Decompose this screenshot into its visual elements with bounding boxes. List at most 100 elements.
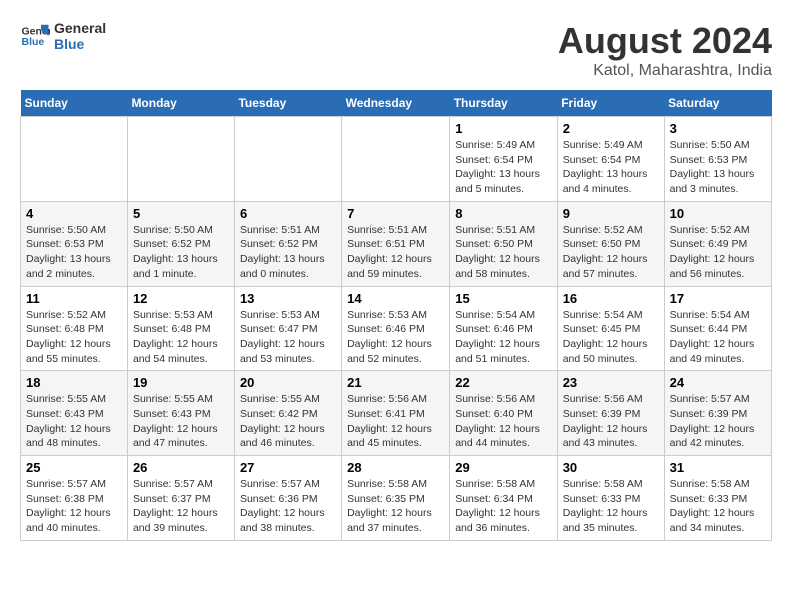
day-number: 8 — [455, 206, 551, 221]
page-title: August 2024 — [558, 20, 772, 62]
day-info: Sunrise: 5:57 AMSunset: 6:39 PMDaylight:… — [670, 392, 766, 451]
day-info: Sunrise: 5:57 AMSunset: 6:37 PMDaylight:… — [133, 477, 229, 536]
calendar-cell: 28 Sunrise: 5:58 AMSunset: 6:35 PMDayligh… — [342, 456, 450, 541]
calendar-cell: 27 Sunrise: 5:57 AMSunset: 6:36 PMDayligh… — [234, 456, 341, 541]
weekday-header-saturday: Saturday — [664, 90, 771, 117]
day-info: Sunrise: 5:56 AMSunset: 6:40 PMDaylight:… — [455, 392, 551, 451]
calendar-cell: 21 Sunrise: 5:56 AMSunset: 6:41 PMDayligh… — [342, 371, 450, 456]
calendar-week-2: 4 Sunrise: 5:50 AMSunset: 6:53 PMDaylight… — [21, 201, 772, 286]
calendar-cell — [127, 117, 234, 202]
day-info: Sunrise: 5:56 AMSunset: 6:39 PMDaylight:… — [563, 392, 659, 451]
calendar-cell: 6Sunrise: 5:51 AMSunset: 6:52 PMDaylight… — [234, 201, 341, 286]
day-number: 15 — [455, 291, 551, 306]
day-number: 3 — [670, 121, 766, 136]
day-info: Sunrise: 5:57 AMSunset: 6:38 PMDaylight:… — [26, 477, 122, 536]
day-number: 25 — [26, 460, 122, 475]
day-number: 2 — [563, 121, 659, 136]
day-info: Sunrise: 5:58 AMSunset: 6:34 PMDaylight:… — [455, 477, 551, 536]
logo-icon: General Blue — [20, 21, 50, 51]
day-info: Sunrise: 5:51 AMSunset: 6:52 PMDaylight:… — [240, 223, 336, 282]
calendar-cell: 16Sunrise: 5:54 AMSunset: 6:45 PMDayligh… — [557, 286, 664, 371]
calendar-cell: 2 Sunrise: 5:49 AMSunset: 6:54 PMDaylight… — [557, 117, 664, 202]
title-area: August 2024 Katol, Maharashtra, India — [558, 20, 772, 80]
calendar-cell: 25 Sunrise: 5:57 AMSunset: 6:38 PMDayligh… — [21, 456, 128, 541]
day-number: 1 — [455, 121, 551, 136]
calendar-table: SundayMondayTuesdayWednesdayThursdayFrid… — [20, 90, 772, 541]
calendar-cell: 12 Sunrise: 5:53 AMSunset: 6:48 PMDayligh… — [127, 286, 234, 371]
day-info: Sunrise: 5:57 AMSunset: 6:36 PMDaylight:… — [240, 477, 336, 536]
day-number: 13 — [240, 291, 336, 306]
day-number: 9 — [563, 206, 659, 221]
day-number: 16 — [563, 291, 659, 306]
calendar-cell: 22 Sunrise: 5:56 AMSunset: 6:40 PMDayligh… — [450, 371, 557, 456]
day-info: Sunrise: 5:50 AMSunset: 6:52 PMDaylight:… — [133, 223, 229, 282]
calendar-cell: 9Sunrise: 5:52 AMSunset: 6:50 PMDaylight… — [557, 201, 664, 286]
calendar-cell: 29 Sunrise: 5:58 AMSunset: 6:34 PMDayligh… — [450, 456, 557, 541]
calendar-cell: 24 Sunrise: 5:57 AMSunset: 6:39 PMDayligh… — [664, 371, 771, 456]
calendar-week-1: 1 Sunrise: 5:49 AMSunset: 6:54 PMDaylight… — [21, 117, 772, 202]
day-info: Sunrise: 5:56 AMSunset: 6:41 PMDaylight:… — [347, 392, 444, 451]
calendar-cell: 15Sunrise: 5:54 AMSunset: 6:46 PMDayligh… — [450, 286, 557, 371]
page-header: General Blue General Blue August 2024 Ka… — [20, 20, 772, 80]
day-info: Sunrise: 5:55 AMSunset: 6:43 PMDaylight:… — [26, 392, 122, 451]
day-info: Sunrise: 5:58 AMSunset: 6:33 PMDaylight:… — [563, 477, 659, 536]
day-number: 12 — [133, 291, 229, 306]
day-info: Sunrise: 5:51 AMSunset: 6:50 PMDaylight:… — [455, 223, 551, 282]
day-number: 30 — [563, 460, 659, 475]
day-number: 31 — [670, 460, 766, 475]
day-number: 29 — [455, 460, 551, 475]
day-info: Sunrise: 5:53 AMSunset: 6:48 PMDaylight:… — [133, 308, 229, 367]
weekday-header-thursday: Thursday — [450, 90, 557, 117]
day-info: Sunrise: 5:58 AMSunset: 6:35 PMDaylight:… — [347, 477, 444, 536]
calendar-cell: 23 Sunrise: 5:56 AMSunset: 6:39 PMDayligh… — [557, 371, 664, 456]
day-info: Sunrise: 5:58 AMSunset: 6:33 PMDaylight:… — [670, 477, 766, 536]
weekday-header-row: SundayMondayTuesdayWednesdayThursdayFrid… — [21, 90, 772, 117]
calendar-week-5: 25 Sunrise: 5:57 AMSunset: 6:38 PMDayligh… — [21, 456, 772, 541]
day-number: 17 — [670, 291, 766, 306]
calendar-cell: 18 Sunrise: 5:55 AMSunset: 6:43 PMDayligh… — [21, 371, 128, 456]
calendar-cell: 8 Sunrise: 5:51 AMSunset: 6:50 PMDaylight… — [450, 201, 557, 286]
calendar-cell: 20 Sunrise: 5:55 AMSunset: 6:42 PMDayligh… — [234, 371, 341, 456]
day-number: 26 — [133, 460, 229, 475]
calendar-cell: 1 Sunrise: 5:49 AMSunset: 6:54 PMDaylight… — [450, 117, 557, 202]
day-number: 20 — [240, 375, 336, 390]
day-info: Sunrise: 5:55 AMSunset: 6:43 PMDaylight:… — [133, 392, 229, 451]
calendar-cell: 7Sunrise: 5:51 AMSunset: 6:51 PMDaylight… — [342, 201, 450, 286]
calendar-cell: 26 Sunrise: 5:57 AMSunset: 6:37 PMDayligh… — [127, 456, 234, 541]
logo-text-general: General — [54, 20, 106, 36]
day-number: 21 — [347, 375, 444, 390]
day-number: 19 — [133, 375, 229, 390]
calendar-cell: 17Sunrise: 5:54 AMSunset: 6:44 PMDayligh… — [664, 286, 771, 371]
day-number: 22 — [455, 375, 551, 390]
day-number: 27 — [240, 460, 336, 475]
day-info: Sunrise: 5:52 AMSunset: 6:49 PMDaylight:… — [670, 223, 766, 282]
calendar-cell — [234, 117, 341, 202]
calendar-cell: 10Sunrise: 5:52 AMSunset: 6:49 PMDayligh… — [664, 201, 771, 286]
svg-text:Blue: Blue — [22, 36, 45, 48]
weekday-header-tuesday: Tuesday — [234, 90, 341, 117]
day-number: 24 — [670, 375, 766, 390]
day-info: Sunrise: 5:50 AMSunset: 6:53 PMDaylight:… — [670, 138, 766, 197]
day-number: 5 — [133, 206, 229, 221]
day-info: Sunrise: 5:53 AMSunset: 6:46 PMDaylight:… — [347, 308, 444, 367]
logo-text-blue: Blue — [54, 36, 106, 52]
day-info: Sunrise: 5:55 AMSunset: 6:42 PMDaylight:… — [240, 392, 336, 451]
calendar-cell: 31 Sunrise: 5:58 AMSunset: 6:33 PMDayligh… — [664, 456, 771, 541]
day-number: 23 — [563, 375, 659, 390]
day-number: 4 — [26, 206, 122, 221]
calendar-body: 1 Sunrise: 5:49 AMSunset: 6:54 PMDaylight… — [21, 117, 772, 541]
day-info: Sunrise: 5:49 AMSunset: 6:54 PMDaylight:… — [455, 138, 551, 197]
calendar-week-4: 18 Sunrise: 5:55 AMSunset: 6:43 PMDayligh… — [21, 371, 772, 456]
calendar-cell: 4 Sunrise: 5:50 AMSunset: 6:53 PMDaylight… — [21, 201, 128, 286]
weekday-header-wednesday: Wednesday — [342, 90, 450, 117]
day-info: Sunrise: 5:49 AMSunset: 6:54 PMDaylight:… — [563, 138, 659, 197]
weekday-header-friday: Friday — [557, 90, 664, 117]
calendar-cell: 19 Sunrise: 5:55 AMSunset: 6:43 PMDayligh… — [127, 371, 234, 456]
day-info: Sunrise: 5:50 AMSunset: 6:53 PMDaylight:… — [26, 223, 122, 282]
calendar-cell — [342, 117, 450, 202]
logo: General Blue General Blue — [20, 20, 106, 52]
calendar-cell — [21, 117, 128, 202]
day-number: 18 — [26, 375, 122, 390]
calendar-cell: 3 Sunrise: 5:50 AMSunset: 6:53 PMDaylight… — [664, 117, 771, 202]
day-number: 28 — [347, 460, 444, 475]
